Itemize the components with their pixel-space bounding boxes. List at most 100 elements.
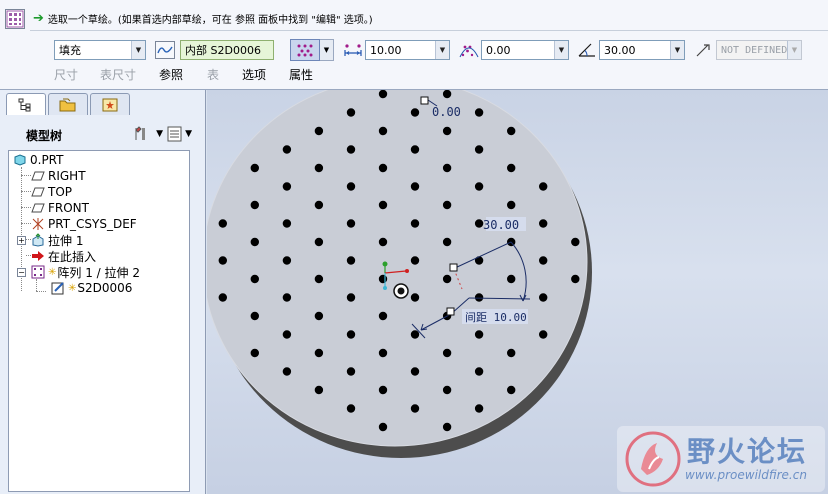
- part-icon: [13, 153, 27, 167]
- hole: [218, 219, 227, 228]
- section-collector[interactable]: 内部 S2D0006: [180, 40, 274, 60]
- tree-node-part[interactable]: 0.PRT: [13, 152, 63, 168]
- model-tree-tab[interactable]: [6, 93, 46, 115]
- chevron-down-icon: ▼: [131, 41, 145, 59]
- angle-input[interactable]: 30.00 ▼: [599, 40, 685, 60]
- tree-node-front[interactable]: FRONT: [31, 200, 89, 216]
- chevron-down-icon: ▼: [185, 129, 192, 139]
- tree-node-csys[interactable]: PRT_CSYS_DEF: [31, 216, 137, 232]
- message-prompt: ➔ 选取一个草绘。(如果首选内部草绘，可在 参照 面板中找到 "编辑" 选项。): [33, 10, 373, 26]
- hole: [474, 404, 484, 413]
- tab-properties[interactable]: 属性: [289, 66, 313, 83]
- tree-node-sketch[interactable]: ✳ S2D0006: [51, 280, 132, 296]
- radial-spacing-input[interactable]: NOT DEFINED ▼: [716, 40, 802, 60]
- hole: [474, 293, 484, 302]
- divider: [30, 30, 828, 31]
- hole: [378, 126, 388, 136]
- hole: [442, 126, 452, 136]
- hole: [282, 367, 292, 376]
- tree-settings-button[interactable]: ▼: [132, 124, 163, 144]
- hole: [378, 274, 388, 284]
- tab-table-dimensions[interactable]: 表尺寸: [100, 66, 136, 83]
- hole: [346, 145, 356, 154]
- tab-references[interactable]: 参照: [159, 66, 183, 83]
- hole: [410, 256, 420, 265]
- tree-node-extrude-1[interactable]: 拉伸 1: [31, 232, 83, 248]
- datum-plane-icon: [31, 185, 45, 199]
- tree-node-right[interactable]: RIGHT: [31, 168, 86, 184]
- model-tree: 0.PRT RIGHT TOP FRONT PRT_CSYS_DEF + 拉伸 …: [8, 150, 190, 492]
- hole: [571, 274, 580, 284]
- list-icon: [167, 126, 182, 142]
- folder-browser-tab[interactable]: [48, 93, 88, 115]
- tab-options[interactable]: 选项: [242, 66, 266, 83]
- chevron-down-icon: ▼: [554, 41, 568, 59]
- tab-table[interactable]: 表: [207, 66, 219, 83]
- tree-connector: [21, 191, 31, 192]
- dashboard-grid-icon[interactable]: [5, 9, 25, 29]
- hole: [346, 256, 356, 265]
- hole: [410, 404, 420, 413]
- dim-top-label[interactable]: 0.00: [432, 105, 461, 119]
- hole: [442, 274, 452, 284]
- radial-spacing-icon: [693, 40, 715, 60]
- forum-logo-icon: [625, 431, 681, 487]
- hole: [250, 163, 259, 173]
- new-feature-mark-icon: ✳: [68, 282, 77, 294]
- hole: [410, 219, 420, 228]
- forum-watermark: 野火论坛 www.proewildfire.cn: [617, 426, 825, 492]
- hole: [378, 348, 388, 358]
- datum-plane-icon: [31, 169, 45, 183]
- tree-node-pattern[interactable]: ✳ 阵列 1 / 拉伸 2: [31, 264, 140, 280]
- hole: [346, 108, 356, 117]
- hole: [346, 367, 356, 376]
- spacing-icon: [342, 40, 364, 60]
- disk-face[interactable]: [207, 90, 588, 447]
- tree-node-insert-here[interactable]: 在此插入: [31, 248, 96, 264]
- hole: [314, 274, 324, 284]
- grid-template-button[interactable]: ▼: [290, 39, 334, 61]
- dim-spacing-label[interactable]: 间距 10.00: [465, 311, 527, 324]
- chevron-down-icon: ▼: [320, 39, 334, 61]
- hole: [507, 200, 516, 210]
- hole: [442, 90, 452, 99]
- offset-input[interactable]: 0.00 ▼: [481, 40, 569, 60]
- spacing-input[interactable]: 10.00 ▼: [365, 40, 450, 60]
- hole: [378, 200, 388, 210]
- hole: [507, 348, 516, 358]
- show-menu-button[interactable]: ▼: [167, 124, 192, 144]
- hole: [250, 311, 259, 321]
- pattern-icon: [31, 265, 45, 279]
- hole: [346, 330, 356, 339]
- drag-handle[interactable]: [449, 263, 458, 272]
- hole: [507, 385, 516, 395]
- favorites-tab[interactable]: [90, 93, 130, 115]
- boundary-offset-icon: [458, 40, 480, 60]
- hole: [442, 200, 452, 210]
- tab-dimensions[interactable]: 尺寸: [54, 66, 78, 83]
- hole: [378, 237, 388, 247]
- hole: [507, 163, 516, 173]
- drag-handle[interactable]: [420, 96, 429, 105]
- sketch-reference-icon[interactable]: [154, 40, 176, 60]
- hole: [442, 385, 452, 395]
- drag-handle[interactable]: [446, 307, 455, 316]
- dim-angle-label[interactable]: 30.00: [483, 218, 519, 232]
- hole: [539, 182, 548, 191]
- hole: [507, 274, 516, 284]
- tree-node-top[interactable]: TOP: [31, 184, 72, 200]
- hole: [474, 367, 484, 376]
- pattern-type-select[interactable]: 填充 ▼: [54, 40, 146, 60]
- model-tree-header: 模型树 ▼ ▼: [6, 124, 196, 146]
- watermark-title: 野火论坛: [687, 435, 808, 468]
- hole: [539, 256, 548, 265]
- fill-pattern-dashboard: ➔ 选取一个草绘。(如果首选内部草绘，可在 参照 面板中找到 "编辑" 选项。)…: [0, 0, 828, 90]
- favorites-icon: [102, 98, 118, 111]
- hole: [378, 422, 388, 432]
- hole: [474, 145, 484, 154]
- graphics-viewport[interactable]: 0.00 30.00 间距 10.00 野火论坛 www.proewildfir…: [207, 90, 828, 494]
- expand-toggle[interactable]: +: [17, 236, 26, 245]
- hole: [314, 311, 324, 321]
- prompt-text: 选取一个草绘。(如果首选内部草绘，可在 参照 面板中找到 "编辑" 选项。): [47, 14, 373, 26]
- collapse-toggle[interactable]: −: [17, 268, 26, 277]
